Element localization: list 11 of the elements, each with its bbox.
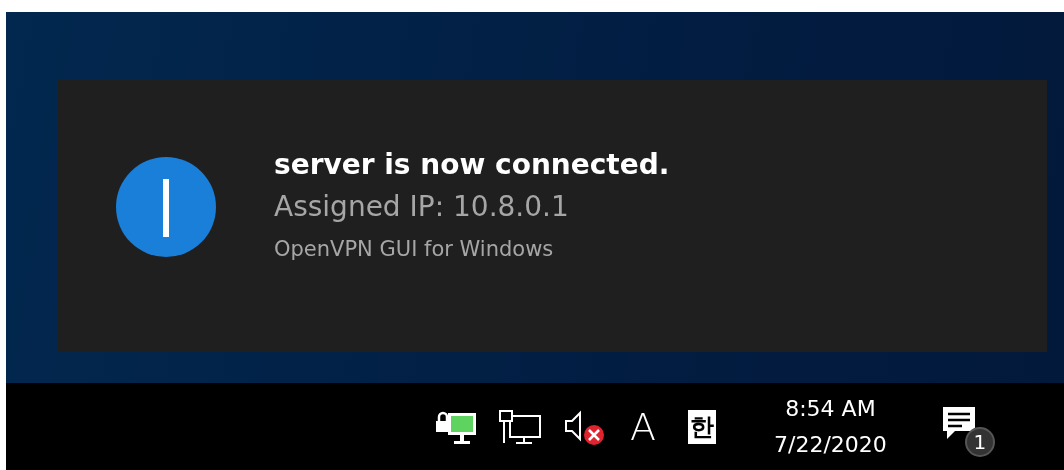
ime-indicator[interactable]: 한 — [688, 409, 716, 444]
notification-source: OpenVPN GUI for Windows — [274, 236, 555, 263]
notification-count-badge: 1 — [964, 426, 995, 457]
clock[interactable]: 8:54 AM 7/22/2020 — [734, 390, 905, 463]
clock-time: 8:54 AM — [785, 394, 876, 423]
notification-toast[interactable]: server is now connected. Assigned IP: 10.8.0.1 OpenVPN GUI for Windows — [58, 80, 1047, 352]
clock-date: 7/22/2020 — [774, 430, 887, 459]
notification-title: server is now connected. — [274, 147, 670, 183]
info-icon — [116, 157, 216, 257]
input-mode-indicator[interactable]: A — [626, 404, 670, 449]
notification-message: Assigned IP: 10.8.0.1 — [274, 189, 570, 225]
